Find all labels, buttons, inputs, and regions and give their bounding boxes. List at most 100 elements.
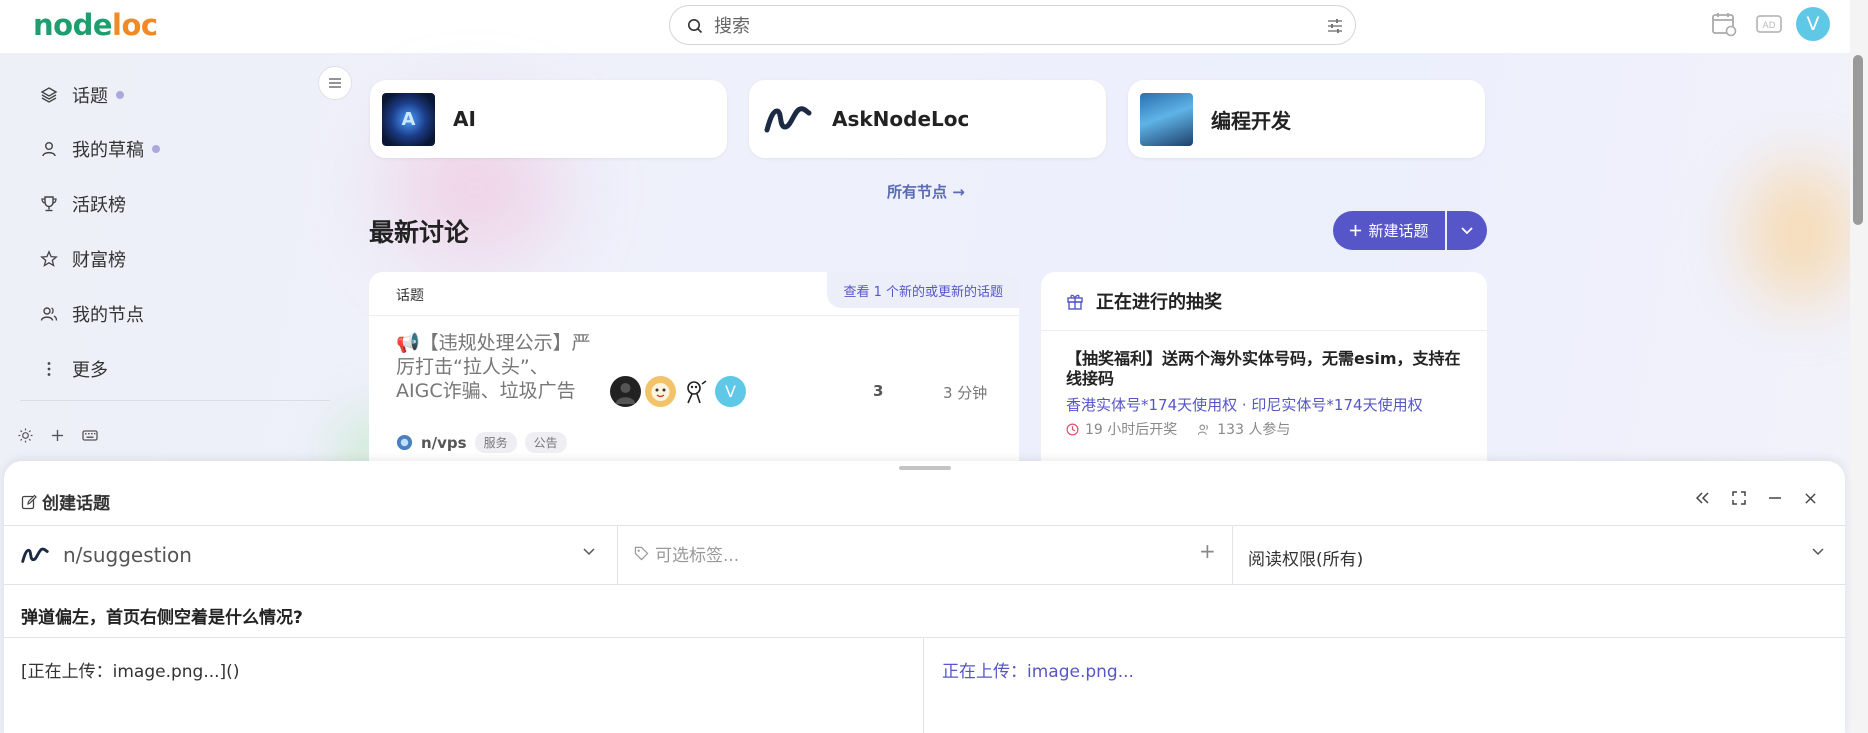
plus-icon[interactable] [51,429,64,442]
topic-list: 话题 查看 1 个新的或更新的话题 📢【违规处理公示】严厉打击“拉人头”、AIG… [369,272,1019,472]
svg-text:AD: AD [1762,21,1775,31]
sidebar-item-my-nodes[interactable]: 我的节点 [40,296,144,332]
node-link[interactable]: n/vps [421,434,467,452]
edit-icon [21,494,37,510]
close-icon[interactable] [1804,492,1817,505]
sidebar: 话题 我的草稿 活跃榜 财富榜 我的节点 更多 [0,53,334,463]
editor-textarea[interactable]: [正在上传：image.png...]() [21,657,239,682]
sidebar-item-label: 我的草稿 [72,140,144,161]
user-avatar[interactable]: V [1796,7,1830,41]
sidebar-item-label: 我的节点 [72,305,144,326]
composer-title: 创建话题 [21,489,110,514]
avatar[interactable] [610,376,641,407]
field-divider [617,525,618,584]
sidebar-item-label: 财富榜 [72,250,126,271]
add-tag-icon[interactable]: + [1199,539,1216,563]
tag-selector[interactable]: 可选标签... [634,541,739,566]
lottery-divider [1041,330,1487,331]
search-bar[interactable] [669,5,1356,45]
editor-preview-divider [923,637,924,733]
unread-dot [152,145,160,153]
collapse-left-icon[interactable] [1696,492,1710,504]
lottery-stats: 19 小时后开奖 133 人参与 [1066,419,1290,439]
sidebar-toggle-button[interactable] [318,66,352,100]
chevron-down-icon[interactable] [583,548,595,556]
scrollbar-thumb[interactable] [1853,55,1863,225]
poster-avatars: V [610,376,746,407]
composer-panel: 创建话题 n/suggestion 可选标签... + 阅读权限(所有) 弹道偏… [4,461,1845,733]
nodeloc-mark-icon [21,546,49,564]
activity-time[interactable]: 3 分钟 [943,382,987,403]
lottery-heading: 正在进行的抽奖 [1066,288,1222,314]
menu-lines-icon [328,77,342,89]
sidebar-item-label: 话题 [72,86,108,107]
sidebar-tools [18,428,98,443]
lottery-prizes: 香港实体号*174天使用权 · 印尼实体号*174天使用权 [1066,396,1423,414]
minimize-icon[interactable] [1768,491,1782,505]
tag-chip[interactable]: 公告 [524,432,567,453]
topic-meta: n/vps 服务 公告 [396,432,567,453]
sidebar-divider [20,400,330,401]
programming-thumbnail [1140,92,1193,146]
reply-count: 3 [873,382,884,400]
composer-divider [4,525,1845,526]
section-title: 最新讨论 [369,218,470,247]
search-icon [687,18,703,34]
resize-grip[interactable] [899,466,951,470]
new-topic-button[interactable]: 新建话题 [1333,211,1445,250]
clock-icon [1066,423,1079,436]
category-selector[interactable]: n/suggestion [21,543,192,567]
composer-divider [4,584,1845,585]
sidebar-item-drafts[interactable]: 我的草稿 [40,131,160,167]
gift-icon [1066,292,1084,310]
lottery-title[interactable]: 【抽奖福利】送两个海外实体号码，无需esim，支持在线接码 [1066,349,1466,389]
search-input[interactable] [712,14,1292,38]
sidebar-item-activity-rank[interactable]: 活跃榜 [40,186,126,222]
topic-title-input[interactable]: 弹道偏左，首页右侧空着是什么情况? [21,603,303,628]
new-topic-dropdown-button[interactable] [1447,211,1487,250]
more-vertical-icon [40,360,58,378]
lottery-panel: 正在进行的抽奖 【抽奖福利】送两个海外实体号码，无需esim，支持在线接码 香港… [1041,272,1487,472]
sidebar-item-more[interactable]: 更多 [40,351,108,387]
keyboard-icon[interactable] [82,429,98,442]
site-logo[interactable]: nodeloc [33,8,158,42]
topic-title[interactable]: 📢【违规处理公示】严厉打击“拉人头”、AIGC诈骗、垃圾广告 [396,331,591,403]
users-icon [1197,423,1211,436]
chevron-down-icon[interactable] [1812,548,1824,556]
category-card-asknodeloc[interactable]: AskNodeLoc [749,80,1106,158]
sidebar-item-label: 更多 [72,360,108,381]
user-icon [40,140,58,158]
category-card-ai[interactable]: A AI [370,80,727,158]
ad-block-icon[interactable]: AD [1755,12,1783,36]
composer-controls [1696,491,1817,505]
avatar[interactable] [680,376,711,407]
unread-dot [116,91,124,99]
new-topics-link[interactable]: 查看 1 个新的或更新的话题 [827,272,1019,308]
avatar[interactable]: V [715,376,746,407]
all-nodes-link[interactable]: 所有节点 → [887,181,965,202]
top-header: nodeloc AD V [0,0,1850,53]
plus-icon [1349,224,1362,237]
decor-blob [1745,163,1855,303]
tag-chip[interactable]: 服务 [474,432,517,453]
fullscreen-icon[interactable] [1732,491,1746,505]
users-icon [40,305,58,323]
avatar[interactable] [645,376,676,407]
composer-divider [4,637,1845,638]
sidebar-item-label: 活跃榜 [72,195,126,216]
theme-sun-icon[interactable] [18,428,33,443]
layers-icon [40,86,58,104]
field-divider [1232,525,1233,584]
sidebar-item-topics[interactable]: 话题 [40,77,124,113]
sidebar-item-wealth-rank[interactable]: 财富榜 [40,241,126,277]
filter-sliders-icon[interactable] [1327,18,1343,34]
chevron-down-icon [1461,226,1473,235]
category-card-programming[interactable]: 编程开发 [1128,80,1485,158]
column-header-topic[interactable]: 话题 [396,285,424,305]
tag-icon [634,546,649,561]
node-avatar-icon [396,434,413,451]
ai-thumbnail: A [382,92,435,146]
megaphone-icon: 📢 [396,332,420,354]
calendar-icon[interactable] [1711,11,1737,37]
permission-selector[interactable]: 阅读权限(所有) [1248,545,1363,570]
